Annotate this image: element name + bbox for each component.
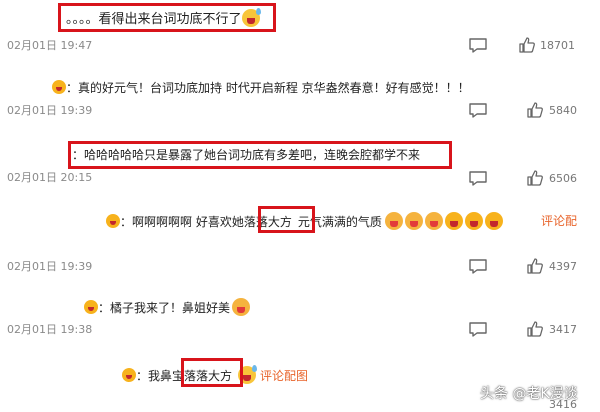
comment-5: ：橘子我来了！鼻姐好美 <box>84 298 252 316</box>
comment-icon[interactable] <box>468 321 488 337</box>
comment-4-image-link[interactable]: 评论配 <box>541 213 577 229</box>
comment-3-time: 02月01日 20:15 <box>7 171 93 184</box>
comment-5-like-count: 3417 <box>549 323 577 336</box>
laugh-cry-emoji-icon <box>404 212 423 230</box>
comment-3-like-count: 6506 <box>549 172 577 185</box>
comment-4-prefix: ：啊啊啊啊啊 好喜欢她 <box>120 215 244 229</box>
kiss-emoji-icon <box>484 212 503 230</box>
thumbs-up-icon[interactable] <box>526 169 544 187</box>
thumbs-up-icon[interactable] <box>526 101 544 119</box>
comment-2-text: 真的好元气！台词功底加持 时代开启新程 京华盎然春意！好有感觉！！！ <box>78 81 470 95</box>
highlight-box-comment-3 <box>68 141 452 169</box>
watermark: 头条 @老K漫谈 <box>480 383 578 403</box>
watermark-platform: 头条 <box>480 386 508 402</box>
highlight-box-comment-4 <box>258 206 315 233</box>
avatar-emoji-icon <box>106 214 120 228</box>
laugh-cry-emoji-icon <box>384 212 403 230</box>
comment-icon[interactable] <box>468 258 488 274</box>
highlight-box-comment-6 <box>181 358 243 387</box>
comment-4-time: 02月01日 19:39 <box>7 260 93 273</box>
comment-2-like-count: 5840 <box>549 104 577 117</box>
thumbs-up-icon[interactable] <box>518 36 536 54</box>
watermark-author: @老K漫谈 <box>512 386 578 402</box>
avatar-emoji-icon <box>52 80 66 94</box>
comment-1-like-count: 18701 <box>540 39 575 52</box>
comment-icon[interactable] <box>468 170 488 186</box>
avatar-emoji-icon <box>84 300 98 314</box>
avatar-emoji-icon <box>122 368 136 382</box>
kiss-emoji-icon <box>464 212 483 230</box>
laugh-cry-emoji-icon <box>424 212 443 230</box>
laugh-cry-emoji-icon <box>232 298 251 316</box>
thumbs-up-icon[interactable] <box>526 257 544 275</box>
comment-4-like-count: 4397 <box>549 260 577 273</box>
comment-2-prefix: ： <box>66 81 79 95</box>
highlight-box-comment-1 <box>58 3 276 32</box>
comment-5-prefix: ：橘子我来了！鼻姐好美 <box>98 301 231 315</box>
thumbs-up-icon[interactable] <box>526 320 544 338</box>
comment-6-prefix: ：我鼻宝 <box>136 369 185 383</box>
comment-icon[interactable] <box>468 102 488 118</box>
comment-1-time: 02月01日 19:47 <box>7 39 93 52</box>
comment-6-image-link[interactable]: 评论配图 <box>260 369 308 383</box>
comment-2: ：真的好元气！台词功底加持 时代开启新程 京华盎然春意！好有感觉！！！ <box>52 80 470 96</box>
kiss-emoji-icon <box>444 212 463 230</box>
comment-5-time: 02月01日 19:38 <box>7 323 93 336</box>
comment-icon[interactable] <box>468 37 488 53</box>
comment-2-time: 02月01日 19:39 <box>7 104 93 117</box>
